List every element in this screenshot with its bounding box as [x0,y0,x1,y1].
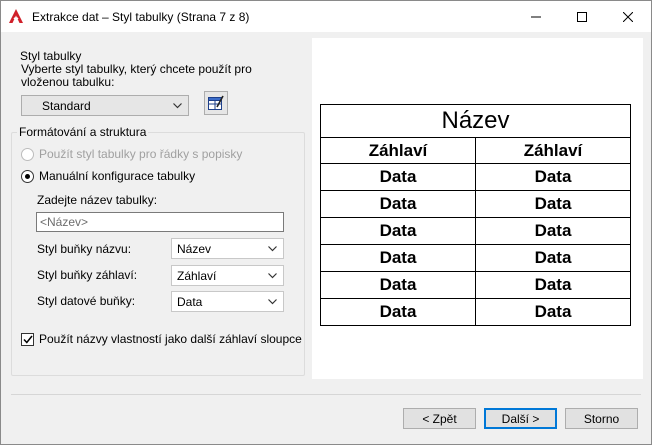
data-cell-style-value: Data [177,295,203,309]
preview-data-row: Data Data [320,244,631,272]
dialog-window: Extrakce dat – Styl tabulky (Strana 7 z … [0,0,652,445]
table-preview: Název Záhlaví Záhlaví Data Data Data Dat… [312,38,643,379]
header-cell-style-select[interactable]: Záhlaví [171,265,284,286]
radio-use-style[interactable] [21,147,34,161]
table-style-selected: Standard [42,99,91,113]
property-names-checkbox-label: Použít názvy vlastností jako další záhla… [39,332,302,346]
checkmark-icon [22,335,33,344]
dialog-content: Styl tabulky Vyberte styl tabulky, který… [1,32,651,444]
property-names-checkbox[interactable] [21,332,34,346]
header-cell-style-value: Záhlaví [177,269,217,283]
table-style-description: Vyberte styl tabulky, který chcete použí… [21,62,252,89]
title-bar: Extrakce dat – Styl tabulky (Strana 7 z … [1,1,651,32]
preview-data-cell: Data [320,190,476,218]
table-style-dialog-button[interactable] [204,91,228,115]
chevron-down-icon [173,103,182,109]
preview-data-row: Data Data [320,217,631,245]
back-button[interactable]: < Zpět [403,408,476,429]
preview-data-row: Data Data [320,271,631,299]
title-cell-style-select[interactable]: Název [171,238,284,259]
table-style-select[interactable]: Standard [21,95,189,116]
radio-manual-row[interactable]: Manuální konfigurace tabulky [21,169,195,183]
preview-data-cell: Data [320,244,476,272]
data-cell-style-select[interactable]: Data [171,291,284,312]
preview-table: Název Záhlaví Záhlaví Data Data Data Dat… [320,104,631,326]
radio-manual-label: Manuální konfigurace tabulky [39,169,196,183]
footer-separator [11,394,641,395]
preview-data-cell: Data [475,298,631,326]
property-names-checkbox-row[interactable]: Použít názvy vlastností jako další záhla… [21,332,302,346]
radio-use-style-row[interactable]: Použít styl tabulky pro řádky s popisky [21,147,242,161]
preview-data-cell: Data [320,163,476,191]
chevron-down-icon [268,246,277,252]
header-cell-style-label: Styl buňky záhlaví: [37,268,138,282]
title-cell-style-label: Styl buňky názvu: [37,242,132,256]
close-icon [623,11,633,22]
preview-data-cell: Data [475,244,631,272]
title-cell-style-value: Název [177,242,212,256]
preview-header-cell: Záhlaví [475,137,631,164]
maximize-button[interactable] [559,1,605,32]
radio-use-style-label: Použít styl tabulky pro řádky s popisky [39,147,243,161]
preview-data-row: Data Data [320,190,631,218]
table-style-heading: Styl tabulky [20,49,82,63]
preview-data-cell: Data [320,271,476,299]
table-style-edit-icon [208,95,224,110]
window-title: Extrakce dat – Styl tabulky (Strana 7 z … [32,10,250,24]
minimize-icon [531,16,541,17]
formatting-heading: Formátování a struktura [17,125,149,139]
preview-data-cell: Data [475,190,631,218]
preview-data-row: Data Data [320,298,631,326]
preview-data-cell: Data [320,217,476,245]
preview-data-row: Data Data [320,163,631,191]
chevron-down-icon [268,299,277,305]
preview-title-cell: Název [320,104,631,138]
preview-data-cell: Data [320,298,476,326]
preview-data-cell: Data [475,271,631,299]
close-button[interactable] [605,1,651,32]
table-name-label: Zadejte název tabulky: [37,193,158,207]
autocad-logo-icon [9,9,23,23]
table-name-input[interactable] [37,213,283,231]
radio-manual[interactable] [21,169,34,183]
next-button[interactable]: Další > [484,408,557,429]
preview-data-cell: Data [475,217,631,245]
table-name-field[interactable] [36,212,284,232]
data-cell-style-label: Styl datové buňky: [37,294,136,308]
preview-header-cell: Záhlaví [320,137,476,164]
minimize-button[interactable] [513,1,559,32]
preview-data-cell: Data [475,163,631,191]
maximize-icon [577,11,587,22]
cancel-button[interactable]: Storno [565,408,638,429]
chevron-down-icon [268,273,277,279]
